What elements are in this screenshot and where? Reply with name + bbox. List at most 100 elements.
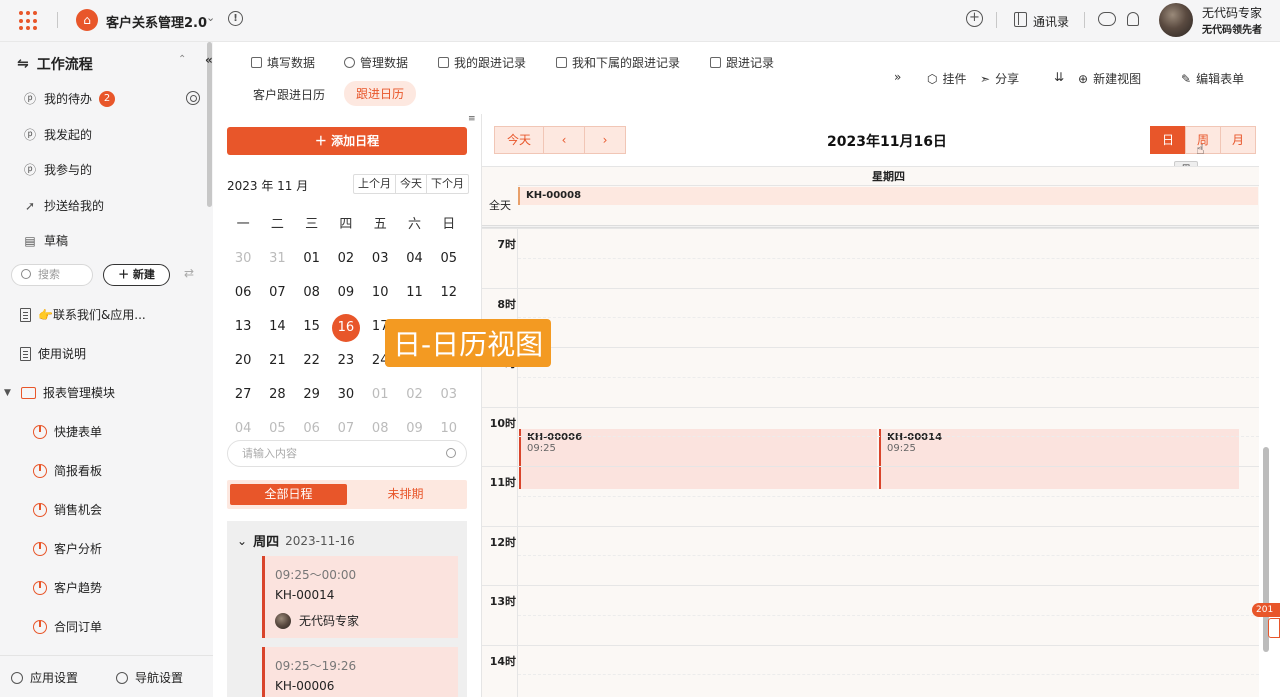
tab-my-followups[interactable]: 我的跟进记录 — [438, 54, 526, 71]
calendar-day[interactable]: 10 — [363, 280, 397, 314]
calendar-day[interactable]: 02 — [329, 246, 363, 280]
contacts-book-icon[interactable] — [1014, 12, 1027, 27]
calendar-day[interactable]: 22 — [295, 348, 329, 382]
collapse-sidebar-icon[interactable]: « — [205, 53, 213, 67]
cloud-icon[interactable] — [1098, 12, 1116, 26]
new-button[interactable]: ＋ 新建 — [103, 264, 170, 286]
add-icon[interactable]: + — [966, 10, 983, 27]
calendar-day[interactable]: 08 — [295, 280, 329, 314]
tree-folder-reports[interactable]: ▼ 报表管理模块 — [4, 384, 115, 401]
share-button[interactable]: ➣ 分享 — [980, 70, 1019, 87]
add-schedule-button[interactable]: ＋ 添加日程 — [227, 127, 467, 155]
calendar-day[interactable]: 13 — [226, 314, 260, 348]
chevron-up-icon[interactable]: ⌃ — [178, 54, 186, 65]
tree-item-report[interactable]: 简报看板 — [33, 462, 102, 479]
expand-icon[interactable]: » — [894, 70, 901, 84]
tab-customer-calendar[interactable]: 客户跟进日历 — [253, 86, 325, 103]
app-title[interactable]: 客户关系管理2.0 — [106, 12, 207, 31]
calendar-day[interactable]: 12 — [432, 280, 466, 314]
sidebar-item-draft[interactable]: ▤ 草稿 — [23, 232, 68, 249]
calendar-day[interactable]: 01 — [363, 382, 397, 416]
calendar-day[interactable]: 09 — [329, 280, 363, 314]
user-name[interactable]: 无代码专家 — [1202, 4, 1262, 21]
today-button[interactable]: 今天 — [494, 126, 544, 154]
tab-manage-data[interactable]: 管理数据 — [344, 54, 408, 71]
menu-icon[interactable]: ≡ — [468, 114, 478, 124]
tree-item-report[interactable]: 客户分析 — [33, 540, 102, 557]
plugin-button[interactable]: ⬡ 挂件 — [927, 70, 967, 87]
workflow-section-title[interactable]: ⇋ 工作流程 — [17, 54, 93, 74]
bell-icon[interactable] — [1127, 12, 1139, 26]
calendar-day[interactable]: 04 — [397, 246, 431, 280]
sidebar-item-participated[interactable]: ⓟ 我参与的 — [23, 161, 92, 178]
sidebar-item-initiated[interactable]: ⓟ 我发起的 — [23, 126, 92, 143]
calendar-day[interactable]: 03 — [363, 246, 397, 280]
tree-item-report[interactable]: 合同订单 — [33, 618, 102, 635]
side-badge[interactable]: 201 — [1252, 603, 1280, 617]
tab-fill-data[interactable]: 填写数据 — [251, 54, 315, 71]
next-month-button[interactable]: 下个月 — [427, 175, 468, 193]
unscheduled-tab[interactable]: 未排期 — [347, 484, 464, 505]
calendar-day[interactable]: 02 — [397, 382, 431, 416]
calendar-day[interactable]: 07 — [260, 280, 294, 314]
calendar-day[interactable]: 23 — [329, 348, 363, 382]
schedule-card[interactable]: 09:25～00:00 KH-00014 无代码专家 — [262, 556, 458, 638]
calendar-day[interactable]: 28 — [260, 382, 294, 416]
prev-month-button[interactable]: 上个月 — [354, 175, 396, 193]
hour-label: 11时 — [489, 476, 516, 489]
prev-day-button[interactable]: ‹ — [543, 126, 585, 154]
calendar-day[interactable]: 16 — [329, 314, 363, 348]
tree-item-report[interactable]: 客户趋势 — [33, 579, 102, 596]
swap-icon[interactable]: ⇄ — [184, 266, 194, 280]
tree-item-guide[interactable]: 使用说明 — [20, 345, 86, 362]
next-day-button[interactable]: › — [584, 126, 626, 154]
todo-count-badge: 2 — [99, 90, 116, 107]
calendar-day[interactable]: 14 — [260, 314, 294, 348]
day-view-button[interactable]: 日 — [1150, 126, 1186, 154]
month-view-button[interactable]: 月 — [1220, 126, 1256, 154]
app-settings-button[interactable]: 应用设置 — [11, 669, 78, 686]
add-circle-icon: ⊕ — [1078, 71, 1089, 86]
apps-grid-icon[interactable] — [19, 11, 39, 31]
calendar-day[interactable]: 06 — [226, 280, 260, 314]
calendar-event[interactable]: KH-00006 09:25 — [519, 429, 877, 489]
calendar-day[interactable]: 31 — [260, 246, 294, 280]
avatar[interactable] — [1159, 3, 1193, 37]
calendar-day[interactable]: 01 — [295, 246, 329, 280]
gear-icon[interactable] — [186, 91, 200, 105]
edit-form-button[interactable]: ✎ 编辑表单 — [1181, 70, 1244, 87]
calendar-event[interactable]: KH-00014 09:25 — [879, 429, 1239, 489]
calendar-day[interactable]: 30 — [226, 246, 260, 280]
tree-item-contact[interactable]: 👉联系我们&应用... — [20, 306, 146, 323]
calendar-day[interactable]: 29 — [295, 382, 329, 416]
calendar-day[interactable]: 21 — [260, 348, 294, 382]
new-view-button[interactable]: ⊕ 新建视图 — [1078, 70, 1141, 87]
tab-team-followups[interactable]: 我和下属的跟进记录 — [556, 54, 680, 71]
tree-item-report[interactable]: 销售机会 — [33, 501, 102, 518]
tab-followup-calendar[interactable]: 跟进日历 — [344, 81, 417, 106]
sidebar-search-input[interactable]: 搜索 — [11, 264, 93, 286]
calendar-day[interactable]: 05 — [432, 246, 466, 280]
calendar-day[interactable]: 27 — [226, 382, 260, 416]
contacts-link[interactable]: 通讯录 — [1033, 13, 1069, 30]
nav-settings-button[interactable]: 导航设置 — [116, 669, 183, 686]
today-button[interactable]: 今天 — [396, 175, 427, 193]
sort-icon[interactable]: ⇊ — [1054, 70, 1064, 84]
allday-event[interactable]: KH-00008 — [518, 187, 1258, 205]
calendar-day[interactable]: 11 — [397, 280, 431, 314]
calendar-day[interactable]: 03 — [432, 382, 466, 416]
chevron-down-icon[interactable]: ⌄ — [206, 11, 215, 24]
sidebar-item-my-todo[interactable]: ⓟ 我的待办 2 — [23, 90, 116, 107]
sidebar-item-cc[interactable]: ➚ 抄送给我的 — [23, 197, 104, 214]
schedule-day-header[interactable]: ⌄ 周四 2023-11-16 — [237, 531, 355, 551]
schedule-search-input[interactable]: 请输入内容 — [227, 440, 467, 467]
all-schedules-tab[interactable]: 全部日程 — [230, 484, 347, 505]
tab-followups[interactable]: 跟进记录 — [710, 54, 774, 71]
calendar-day[interactable]: 20 — [226, 348, 260, 382]
info-icon[interactable]: ! — [228, 11, 243, 26]
schedule-card[interactable]: 09:25～19:26 KH-00006 — [262, 647, 458, 697]
tree-item-report[interactable]: 快捷表单 — [33, 423, 102, 440]
calendar-day[interactable]: 30 — [329, 382, 363, 416]
calendar-day[interactable]: 15 — [295, 314, 329, 348]
side-tool-icon[interactable] — [1268, 618, 1280, 638]
